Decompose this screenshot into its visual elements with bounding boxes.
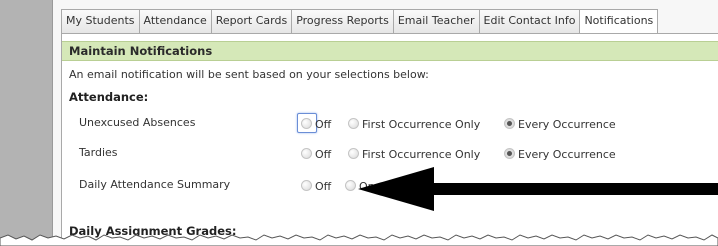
row-label-tardies: Tardies (79, 146, 118, 159)
intro-text: An email notification will be sent based… (69, 68, 429, 81)
row-label-unexcused-absences: Unexcused Absences (79, 116, 196, 129)
radio-icon[interactable] (345, 180, 356, 191)
option-label: First Occurrence Only (362, 118, 481, 131)
tab-notifications[interactable]: Notifications (579, 9, 659, 34)
section-header: Maintain Notifications (62, 41, 718, 61)
option-label: Every Occurrence (518, 118, 616, 131)
option-label: Every Occurrence (518, 148, 616, 161)
section-title: Maintain Notifications (69, 44, 213, 58)
row-label-daily-attendance-summary: Daily Attendance Summary (79, 178, 231, 191)
radio-selected-icon[interactable] (504, 148, 515, 159)
radio-icon[interactable] (301, 180, 312, 191)
option-daily-summary-off[interactable]: Off (301, 180, 331, 193)
option-tardies-off[interactable]: Off (301, 148, 331, 161)
option-label: Off (315, 118, 332, 131)
torn-edge (0, 234, 718, 246)
tab-attendance[interactable]: Attendance (138, 9, 212, 33)
option-label: Off (315, 180, 332, 193)
option-unexcused-first-occurrence[interactable]: First Occurrence Only (348, 118, 480, 131)
tab-my-students[interactable]: My Students (61, 9, 140, 33)
radio-selected-icon[interactable] (504, 118, 515, 129)
option-tardies-every-occurrence[interactable]: Every Occurrence (504, 148, 616, 161)
option-unexcused-off[interactable]: Off (301, 118, 331, 131)
option-unexcused-every-occurrence[interactable]: Every Occurrence (504, 118, 616, 131)
tab-bar: My Students Attendance Report Cards Prog… (61, 9, 718, 34)
tab-report-cards[interactable]: Report Cards (210, 9, 293, 33)
left-gutter (0, 0, 52, 246)
tab-edit-contact-info[interactable]: Edit Contact Info (478, 9, 581, 33)
radio-icon[interactable] (348, 118, 359, 129)
radio-icon[interactable] (348, 148, 359, 159)
option-label: Off (315, 148, 332, 161)
radio-icon[interactable] (301, 118, 312, 129)
attendance-title: Attendance: (69, 90, 149, 104)
tab-email-teacher[interactable]: Email Teacher (392, 9, 480, 33)
radio-icon[interactable] (301, 148, 312, 159)
pointer-arrow-icon (358, 167, 718, 211)
tab-progress-reports[interactable]: Progress Reports (291, 9, 394, 33)
option-tardies-first-occurrence[interactable]: First Occurrence Only (348, 148, 480, 161)
option-label: First Occurrence Only (362, 148, 481, 161)
